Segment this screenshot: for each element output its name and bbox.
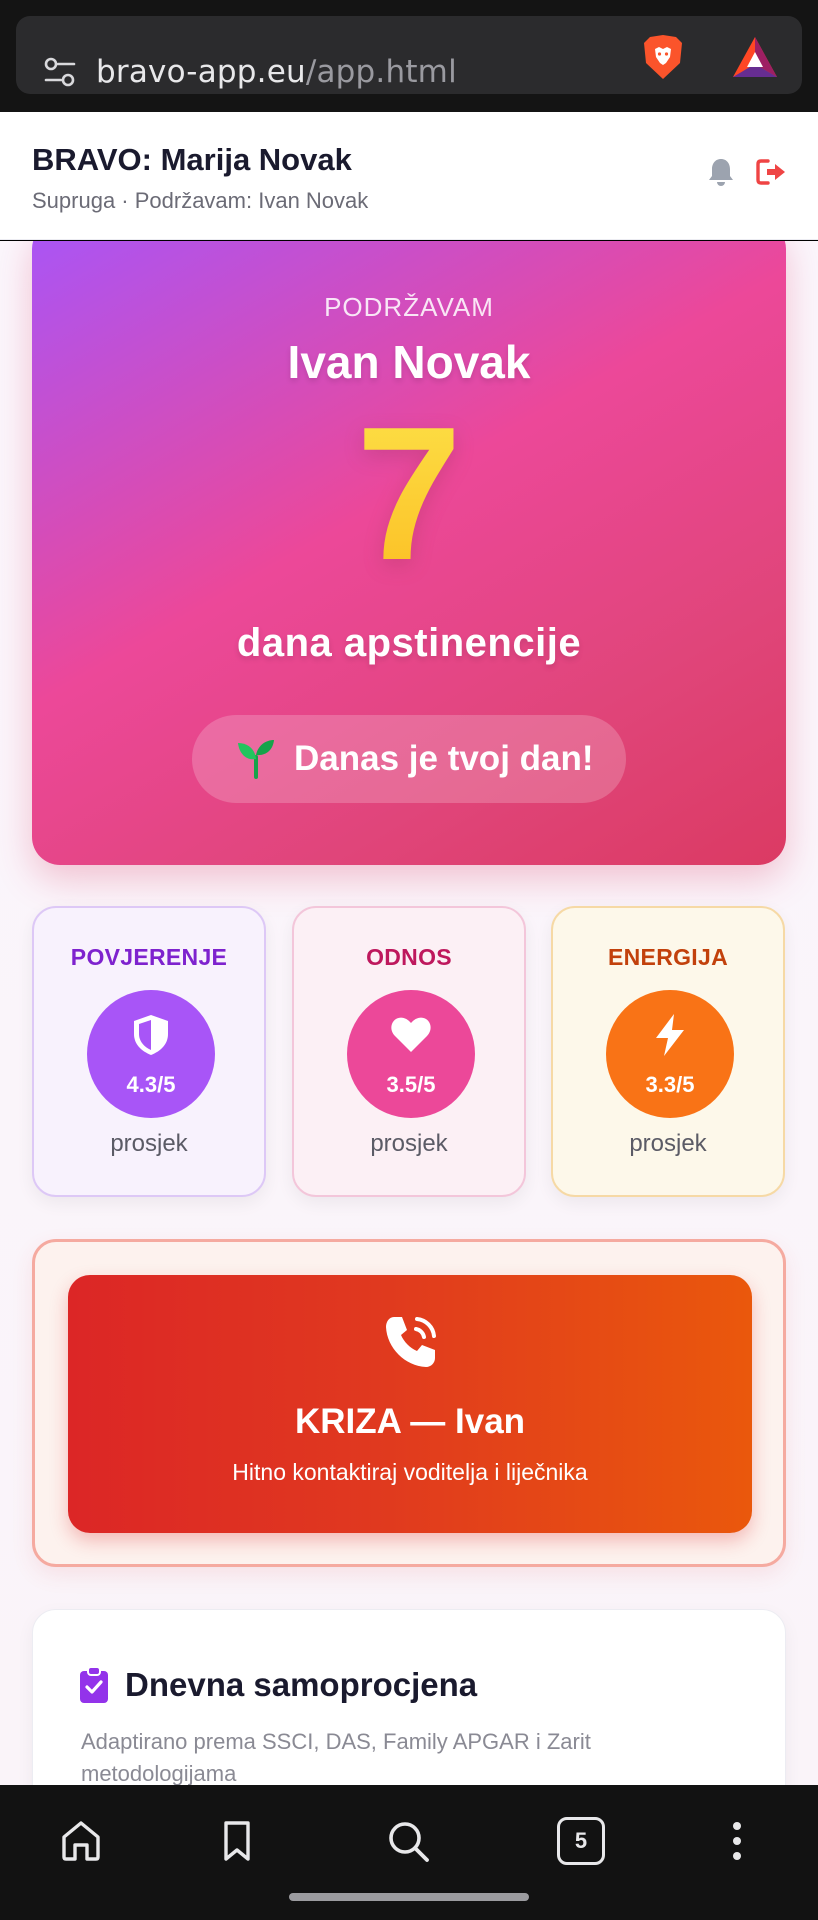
metric-footnote: prosjek xyxy=(629,1130,707,1157)
abstinence-day-count: 7 xyxy=(32,399,786,589)
streak-hero-card: PODRŽAVAM Ivan Novak 7 dana apstinencije… xyxy=(32,241,786,865)
bolt-icon xyxy=(656,1014,684,1056)
url-text[interactable]: bravo-app.eu/app.html xyxy=(96,54,457,90)
logout-icon[interactable] xyxy=(755,156,789,188)
bell-icon[interactable] xyxy=(706,156,736,188)
motivation-pill: Danas je tvoj dan! xyxy=(192,715,626,803)
gesture-handle[interactable] xyxy=(289,1893,529,1901)
main-content[interactable]: PODRŽAVAM Ivan Novak 7 dana apstinencije… xyxy=(0,241,818,1785)
metric-footnote: prosjek xyxy=(370,1130,448,1157)
metric-title: ENERGIJA xyxy=(608,944,728,970)
metric-score: 3.5/5 xyxy=(386,1072,436,1097)
site-settings-icon[interactable] xyxy=(42,54,78,90)
self-assessment-card[interactable]: Dnevna samoprocjena Adaptirano prema SSC… xyxy=(32,1609,786,1785)
search-icon[interactable] xyxy=(384,1817,432,1865)
metric-score-circle: 3.3/5 xyxy=(606,990,734,1118)
browser-toolbar: bravo-app.eu/app.html xyxy=(0,0,818,112)
crisis-button[interactable]: KRIZA — Ivan Hitno kontaktiraj voditelja… xyxy=(68,1275,752,1533)
tabs-count: 5 xyxy=(557,1817,605,1865)
supported-person-name: Ivan Novak xyxy=(287,336,531,388)
assessment-description: Adaptirano prema SSCI, DAS, Family APGAR… xyxy=(81,1729,591,1785)
more-menu-icon[interactable] xyxy=(713,1817,761,1865)
crisis-title: KRIZA — Ivan xyxy=(294,1402,526,1441)
metric-score-circle: 4.3/5 xyxy=(87,990,215,1118)
metric-card-relationship[interactable]: ODNOS 3.5/5 prosjek xyxy=(292,906,526,1197)
crisis-card: KRIZA — Ivan Hitno kontaktiraj voditelja… xyxy=(32,1239,786,1567)
metric-footnote: prosjek xyxy=(110,1130,188,1157)
shield-icon xyxy=(134,1015,168,1055)
hero-label: PODRŽAVAM xyxy=(324,292,494,322)
phone-ringing-icon xyxy=(386,1317,436,1367)
sprout-icon xyxy=(238,740,274,779)
browser-bottom-nav: 5 xyxy=(0,1785,818,1920)
metric-card-energy[interactable]: ENERGIJA 3.3/5 prosjek xyxy=(551,906,785,1197)
home-icon[interactable] xyxy=(57,1817,105,1865)
page-subtitle: Supruga · Podržavam: Ivan Novak xyxy=(32,188,369,213)
metric-card-trust[interactable]: POVJERENJE 4.3/5 prosjek xyxy=(32,906,266,1197)
metric-score-circle: 3.5/5 xyxy=(347,990,475,1118)
bookmark-icon[interactable] xyxy=(213,1817,261,1865)
motivation-text: Danas je tvoj dan! xyxy=(294,739,594,778)
brave-rewards-icon[interactable] xyxy=(730,34,780,80)
abstinence-unit-label: dana apstinencije xyxy=(236,621,582,665)
metric-score: 4.3/5 xyxy=(126,1072,176,1097)
page-title: BRAVO: Marija Novak xyxy=(32,142,352,177)
url-domain: bravo-app.eu xyxy=(96,54,306,90)
tabs-button[interactable]: 5 xyxy=(557,1817,605,1865)
metric-score: 3.3/5 xyxy=(645,1072,695,1097)
assessment-title: Dnevna samoprocjena xyxy=(125,1666,478,1703)
brave-shields-icon[interactable] xyxy=(640,33,686,81)
clipboard-check-icon xyxy=(80,1666,108,1703)
crisis-subtitle: Hitno kontaktiraj voditelja i liječnika xyxy=(232,1459,588,1485)
metric-title: ODNOS xyxy=(366,944,452,970)
app-header: BRAVO: Marija Novak Supruga · Podržavam:… xyxy=(0,112,818,240)
metric-title: POVJERENJE xyxy=(70,944,228,970)
url-path: /app.html xyxy=(305,54,457,90)
heart-icon xyxy=(391,1017,431,1052)
